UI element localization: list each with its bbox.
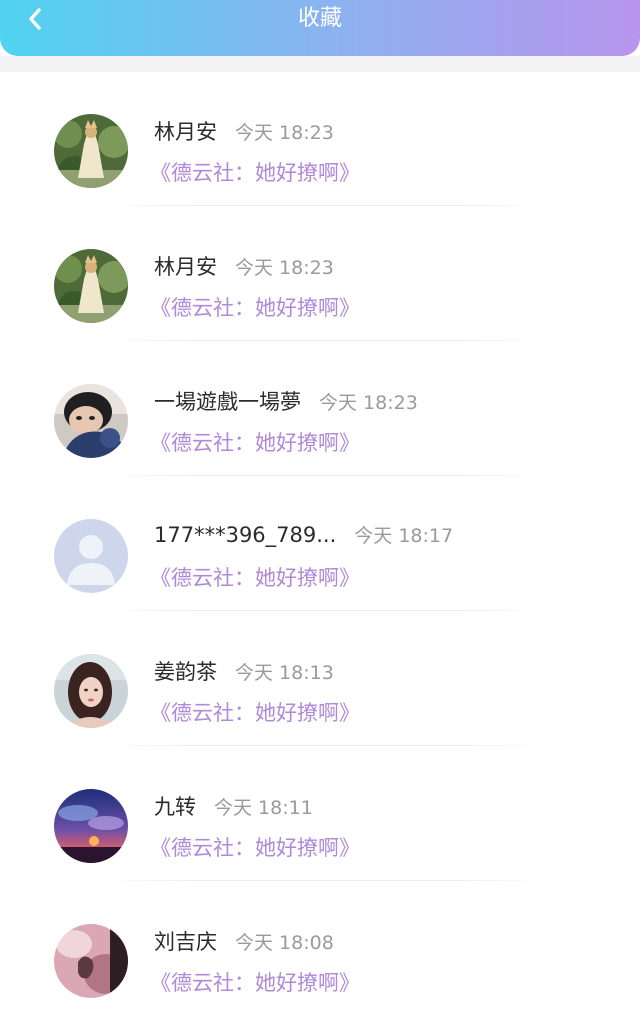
divider (100, 880, 550, 881)
avatar[interactable] (54, 114, 128, 188)
divider (100, 475, 550, 476)
title-bar: 收藏 (0, 0, 640, 56)
divider (100, 205, 550, 206)
avatar[interactable] (54, 654, 128, 728)
favorites-list: 林月安 今天 18:23 《德云社：她好撩啊》 林月安 今天 18:23 《德云… (0, 72, 640, 1017)
timestamp: 今天 18:17 (354, 525, 454, 547)
avatar[interactable] (54, 519, 128, 593)
list-item[interactable]: 177***396_789... 今天 18:17 《德云社：她好撩啊》 (0, 477, 640, 612)
avatar[interactable] (54, 384, 128, 458)
list-item[interactable]: 林月安 今天 18:23 《德云社：她好撩啊》 (0, 207, 640, 342)
list-item[interactable]: 姜韵茶 今天 18:13 《德云社：她好撩啊》 (0, 612, 640, 747)
work-title[interactable]: 《德云社：她好撩啊》 (150, 967, 360, 997)
user-name: 一場遊戲一場夢 (154, 390, 301, 414)
default-user-icon (54, 519, 128, 593)
list-item[interactable]: 一場遊戲一場夢 今天 18:23 《德云社：她好撩啊》 (0, 342, 640, 477)
divider (100, 745, 550, 746)
list-item[interactable]: 刘吉庆 今天 18:08 《德云社：她好撩啊》 (0, 882, 640, 1017)
avatar[interactable] (54, 789, 128, 863)
avatar[interactable] (54, 924, 128, 998)
user-name: 林月安 (154, 255, 217, 279)
work-title[interactable]: 《德云社：她好撩啊》 (150, 157, 360, 187)
work-title[interactable]: 《德云社：她好撩啊》 (150, 832, 360, 862)
user-name: 林月安 (154, 120, 217, 144)
work-title[interactable]: 《德云社：她好撩啊》 (150, 697, 360, 727)
timestamp: 今天 18:23 (235, 122, 334, 144)
user-name: 刘吉庆 (154, 930, 217, 954)
timestamp: 今天 18:13 (235, 662, 334, 684)
timestamp: 今天 18:23 (319, 392, 418, 414)
work-title[interactable]: 《德云社：她好撩啊》 (150, 292, 360, 322)
avatar[interactable] (54, 249, 128, 323)
user-name: 177***396_789... (154, 523, 337, 547)
work-title[interactable]: 《德云社：她好撩啊》 (150, 562, 360, 592)
timestamp: 今天 18:11 (214, 797, 313, 819)
page-title: 收藏 (297, 6, 342, 31)
work-title[interactable]: 《德云社：她好撩啊》 (150, 427, 360, 457)
divider (100, 340, 550, 341)
divider (100, 610, 550, 611)
user-name: 九转 (154, 795, 196, 819)
timestamp: 今天 18:08 (235, 932, 334, 954)
user-name: 姜韵茶 (154, 660, 217, 684)
list-item[interactable]: 林月安 今天 18:23 《德云社：她好撩啊》 (0, 72, 640, 207)
timestamp: 今天 18:23 (235, 257, 334, 279)
header-spacer (0, 56, 640, 72)
list-item[interactable]: 九转 今天 18:11 《德云社：她好撩啊》 (0, 747, 640, 882)
